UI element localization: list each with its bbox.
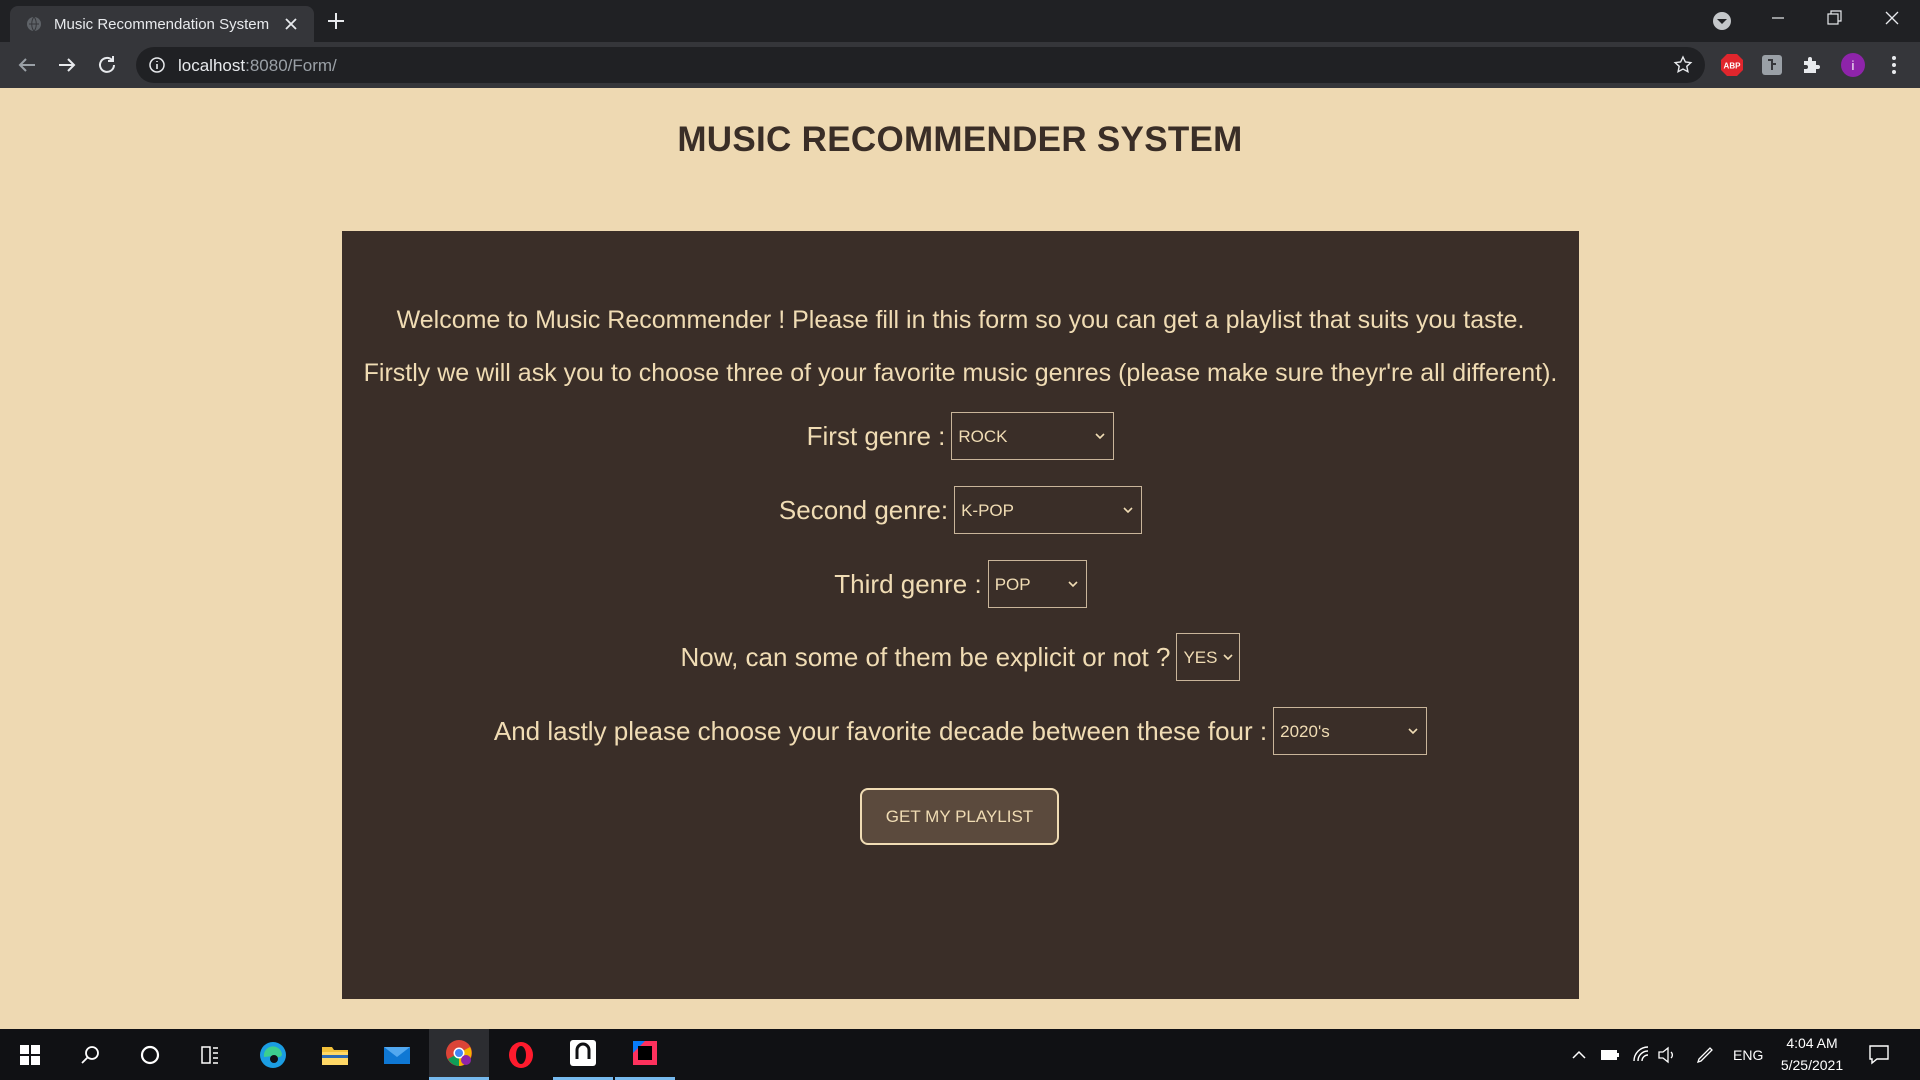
opera-icon bbox=[509, 1041, 533, 1068]
task-view-button[interactable] bbox=[180, 1029, 240, 1080]
third-genre-select[interactable]: POP bbox=[987, 560, 1087, 608]
url-path: :8080/Form/ bbox=[245, 56, 337, 75]
close-icon[interactable] bbox=[282, 15, 300, 33]
task-view-icon bbox=[201, 1045, 218, 1064]
start-button[interactable] bbox=[0, 1029, 60, 1080]
third-genre-row: Third genre : POP bbox=[342, 559, 1579, 609]
menu-icon[interactable] bbox=[1882, 53, 1906, 77]
adblock-label: ABP bbox=[1724, 62, 1742, 71]
tab-title: Music Recommendation System bbox=[54, 16, 270, 33]
restore-icon[interactable] bbox=[1806, 0, 1862, 42]
notification-icon[interactable] bbox=[1868, 1043, 1890, 1065]
explicit-value: YES bbox=[1183, 648, 1218, 667]
mail-icon bbox=[384, 1046, 410, 1064]
chevron-down-icon bbox=[1095, 433, 1105, 440]
second-genre-row: Second genre: K-POP bbox=[342, 485, 1579, 535]
folder-icon bbox=[322, 1046, 348, 1065]
browser-tab-bar: Music Recommendation System bbox=[0, 0, 1920, 42]
intro-text-2: Firstly we will ask you to choose three … bbox=[363, 359, 1558, 387]
browser-toolbar: localhost:8080/Form/ ABP i bbox=[0, 42, 1920, 88]
decade-label: And lastly please choose your favorite d… bbox=[493, 715, 1268, 746]
plus-icon[interactable] bbox=[325, 10, 347, 32]
second-genre-label: Second genre: bbox=[778, 494, 949, 525]
decade-value: 2020's bbox=[1280, 722, 1330, 741]
profile-initial: i bbox=[1852, 58, 1855, 73]
intellij-icon bbox=[633, 1041, 657, 1065]
star-icon[interactable] bbox=[1673, 55, 1693, 75]
url-host: localhost bbox=[178, 56, 246, 75]
intro-text-1: Welcome to Music Recommender ! Please fi… bbox=[396, 306, 1525, 334]
puzzle-icon[interactable] bbox=[1800, 53, 1824, 77]
chevron-up-icon[interactable] bbox=[1570, 1046, 1588, 1064]
language-indicator[interactable]: ENG bbox=[1733, 1047, 1763, 1063]
windows-icon bbox=[20, 1044, 40, 1065]
battery-icon[interactable] bbox=[1600, 1046, 1620, 1064]
volume-icon[interactable] bbox=[1657, 1045, 1677, 1065]
second-genre-value: K-POP bbox=[961, 501, 1014, 520]
first-genre-label: First genre : bbox=[806, 420, 946, 451]
chevron-down-icon bbox=[1408, 728, 1418, 735]
explicit-select[interactable]: YES bbox=[1176, 633, 1241, 681]
extension-icon[interactable] bbox=[1760, 53, 1784, 77]
profile-icon[interactable]: i bbox=[1841, 53, 1865, 77]
taskbar-opera[interactable] bbox=[491, 1029, 551, 1080]
search-icon bbox=[81, 1045, 99, 1064]
first-genre-value: ROCK bbox=[958, 427, 1008, 446]
clock-date[interactable]: 5/25/2021 bbox=[1776, 1057, 1848, 1073]
address-bar[interactable]: localhost:8080/Form/ bbox=[136, 47, 1705, 83]
taskbar-intellij[interactable] bbox=[615, 1029, 675, 1080]
chevron-down-icon bbox=[1068, 581, 1078, 588]
back-icon[interactable] bbox=[15, 53, 39, 77]
url-text[interactable]: localhost:8080/Form/ bbox=[178, 56, 337, 76]
page-body: MUSIC RECOMMENDER SYSTEM Welcome to Musi… bbox=[0, 88, 1920, 1029]
third-genre-label: Third genre : bbox=[834, 568, 982, 599]
taskbar-edge[interactable] bbox=[243, 1029, 303, 1080]
globe-icon bbox=[27, 16, 41, 32]
first-genre-row: First genre : ROCK bbox=[342, 411, 1579, 461]
first-genre-select[interactable]: ROCK bbox=[951, 412, 1115, 460]
decade-select[interactable]: 2020's bbox=[1273, 707, 1428, 755]
pen-icon[interactable] bbox=[1694, 1044, 1716, 1066]
taskbar-search[interactable] bbox=[60, 1029, 120, 1080]
chevron-down-icon bbox=[1223, 654, 1234, 661]
third-genre-value: POP bbox=[994, 575, 1031, 594]
taskbar-chrome[interactable] bbox=[429, 1029, 489, 1080]
get-playlist-button[interactable]: GET MY PLAYLIST bbox=[860, 788, 1059, 845]
recommendation-form: Welcome to Music Recommender ! Please fi… bbox=[342, 231, 1579, 999]
info-icon[interactable] bbox=[148, 56, 166, 74]
windows-taskbar: ENG 4:04 AM 5/25/2021 bbox=[0, 1029, 1920, 1080]
cortana-button[interactable] bbox=[120, 1029, 180, 1080]
edge-icon bbox=[260, 1041, 286, 1068]
app-icon bbox=[570, 1040, 596, 1066]
chevron-down-icon bbox=[1123, 507, 1133, 514]
forward-icon[interactable] bbox=[55, 53, 79, 77]
decade-row: And lastly please choose your favorite d… bbox=[342, 706, 1579, 756]
page-title: MUSIC RECOMMENDER SYSTEM bbox=[677, 120, 1243, 159]
chrome-icon bbox=[446, 1040, 472, 1066]
close-window-icon[interactable] bbox=[1864, 0, 1920, 42]
cortana-icon bbox=[140, 1045, 160, 1064]
explicit-label: Now, can some of them be explicit or not… bbox=[680, 641, 1171, 672]
adblock-icon[interactable]: ABP bbox=[1720, 53, 1744, 77]
minimize-icon[interactable] bbox=[1750, 0, 1806, 42]
second-genre-select[interactable]: K-POP bbox=[954, 486, 1143, 534]
taskbar-file-explorer[interactable] bbox=[305, 1029, 365, 1080]
explicit-row: Now, can some of them be explicit or not… bbox=[342, 632, 1579, 682]
tab-search-icon[interactable] bbox=[1694, 0, 1750, 42]
taskbar-app[interactable] bbox=[553, 1029, 613, 1080]
clock-time[interactable]: 4:04 AM bbox=[1784, 1035, 1840, 1051]
reload-icon[interactable] bbox=[95, 53, 119, 77]
browser-tab[interactable]: Music Recommendation System bbox=[10, 6, 314, 42]
taskbar-mail[interactable] bbox=[367, 1029, 427, 1080]
wifi-icon[interactable] bbox=[1632, 1045, 1652, 1065]
